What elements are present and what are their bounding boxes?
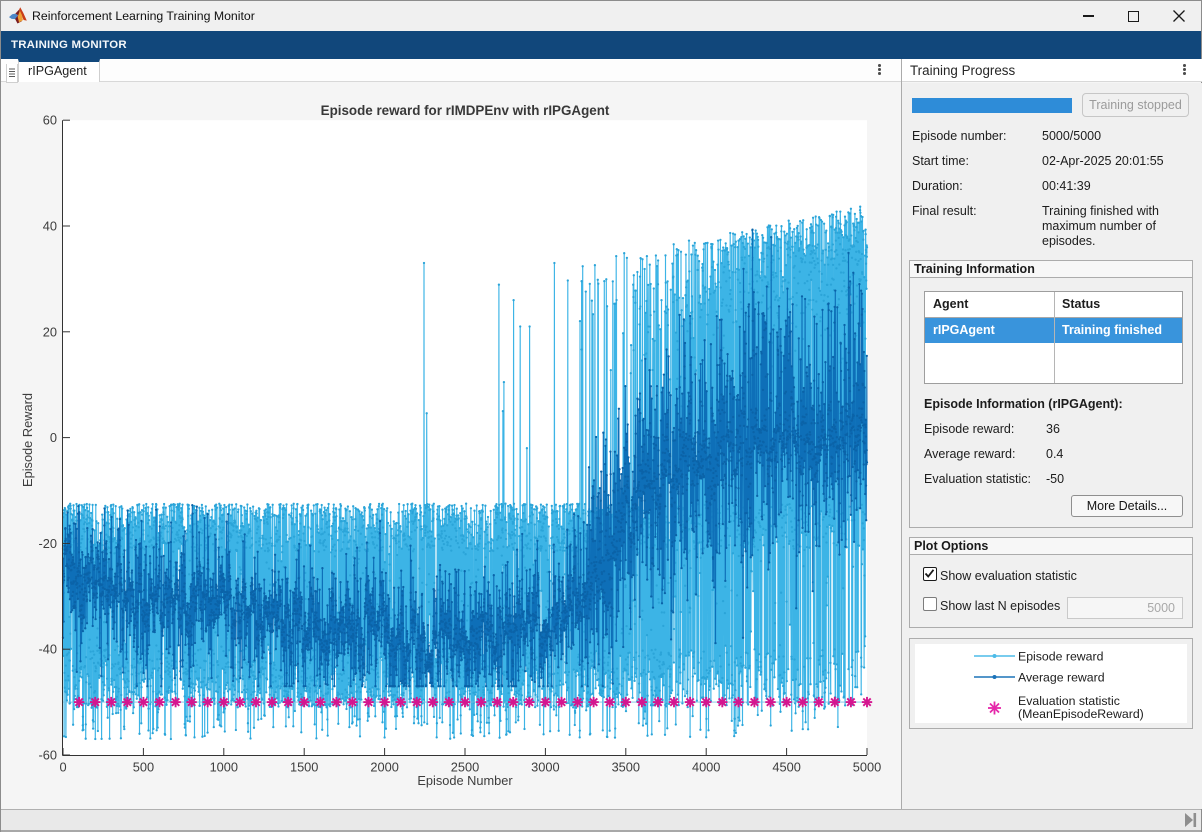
svg-text:Average reward: Average reward [1018,671,1105,685]
svg-text:3500: 3500 [612,760,640,775]
svg-text:-20: -20 [39,536,58,551]
svg-text:4000: 4000 [692,760,720,775]
svg-text:Episode Number: Episode Number [417,773,513,788]
svg-text:1000: 1000 [210,760,238,775]
svg-text:500: 500 [133,760,154,775]
svg-text:1500: 1500 [290,760,318,775]
svg-text:Episode Reward: Episode Reward [20,393,35,487]
svg-text:20: 20 [43,324,57,339]
svg-text:(MeanEpisodeReward): (MeanEpisodeReward) [1018,707,1144,721]
svg-text:Episode reward for rIMDPEnv wi: Episode reward for rIMDPEnv with rIPGAge… [321,103,610,118]
svg-text:2000: 2000 [370,760,398,775]
svg-text:4500: 4500 [772,760,800,775]
svg-text:5000: 5000 [853,760,881,775]
svg-text:40: 40 [43,219,57,234]
svg-text:60: 60 [43,113,57,128]
svg-text:-40: -40 [39,642,58,657]
svg-text:-60: -60 [39,748,58,763]
svg-text:0: 0 [59,760,66,775]
svg-text:Evaluation statistic: Evaluation statistic [1018,694,1120,708]
svg-text:0: 0 [50,430,57,445]
svg-text:3000: 3000 [531,760,559,775]
svg-text:Episode reward: Episode reward [1018,650,1104,664]
